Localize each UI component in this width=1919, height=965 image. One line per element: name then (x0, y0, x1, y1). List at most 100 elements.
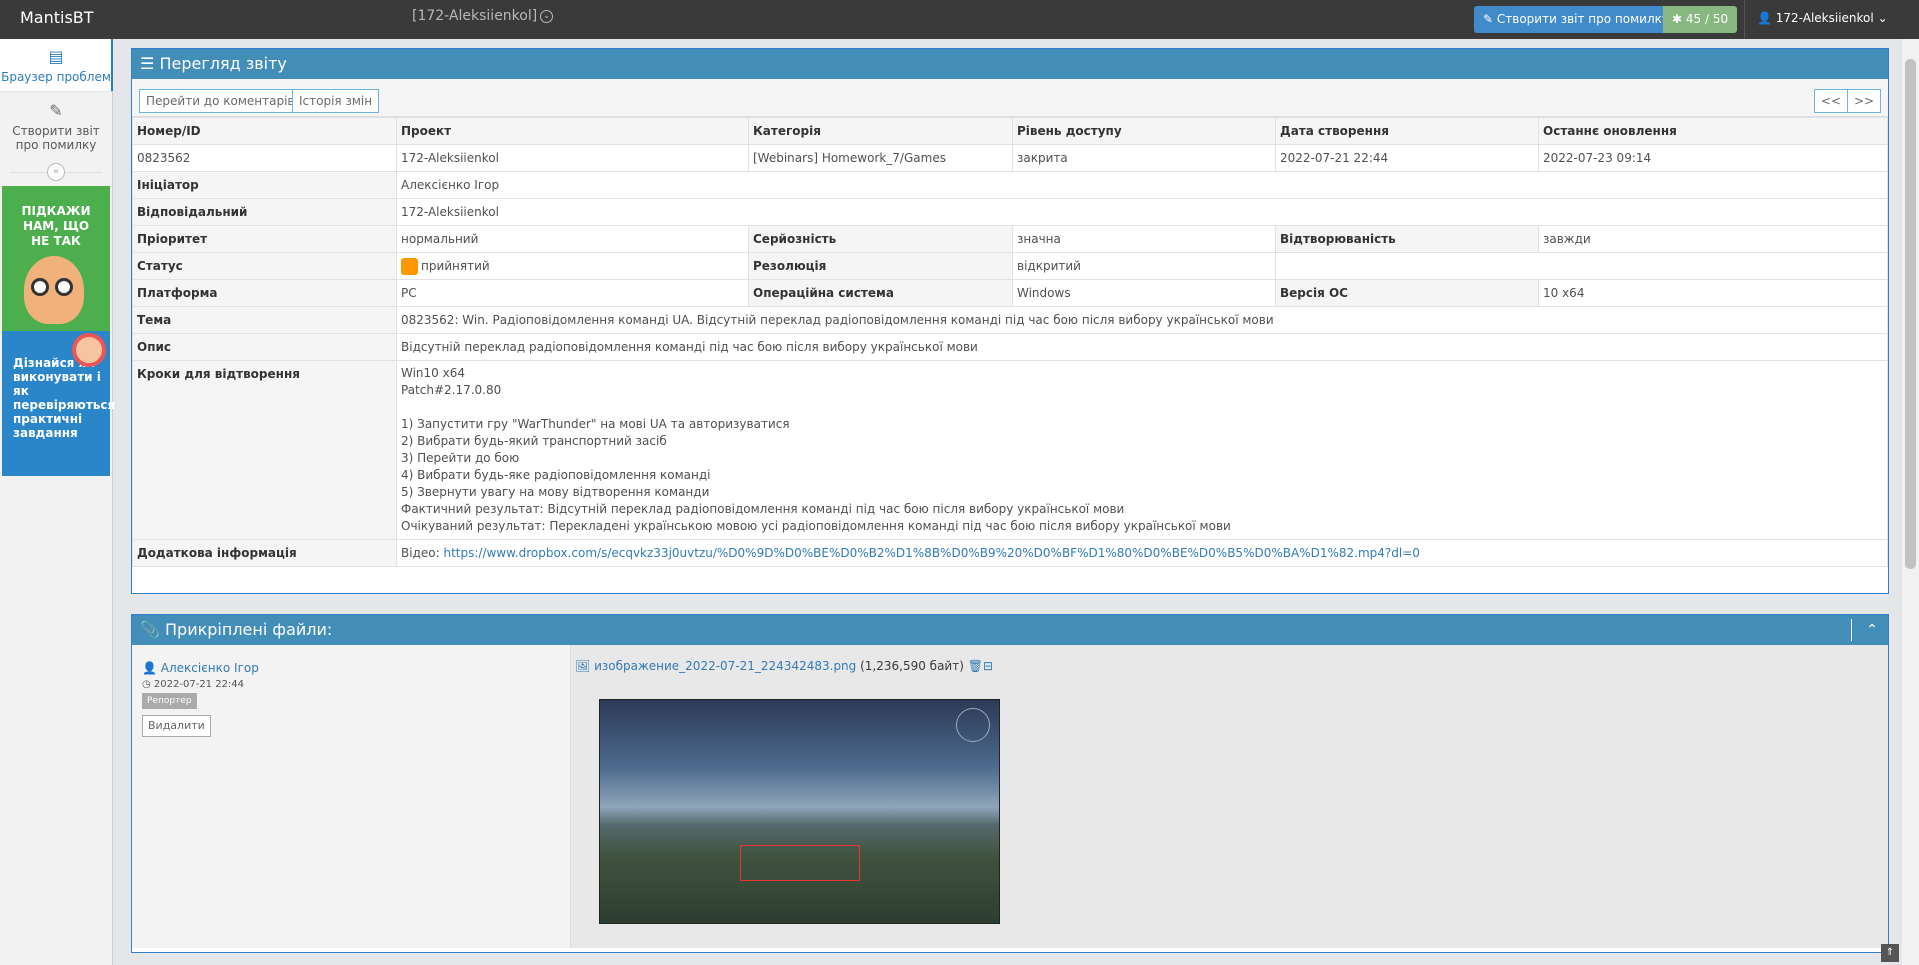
status-cell: прийнятий (396, 252, 749, 280)
attachment-file-row: 🖼 изображение_2022-07-21_224342483.png (… (575, 659, 993, 673)
paperclip-icon: 📎 (140, 620, 160, 639)
list-icon: ▤ (48, 47, 64, 66)
attachment-date: 2022-07-21 22:44 (153, 679, 245, 690)
steps-value: Win10 x64 Patch#2.17.0.80 1) Запустити г… (396, 360, 1888, 540)
report-issue-label: Створити звіт про помилку (1496, 12, 1669, 26)
attachment-date-row: ◷ 2022-07-21 22:44 (142, 679, 244, 690)
bug-icon: ✱ (1672, 12, 1683, 26)
resolution-label: Резолюція (748, 252, 1013, 280)
toolbar: Перейти до коментарів Історія змін << >> (132, 79, 1888, 117)
issue-category: [Webinars] Homework_7/Games (748, 144, 1013, 172)
resolution-value: відкритий (1012, 252, 1276, 280)
project-selector[interactable]: [172-Aleksiienkol] ⌄ (412, 8, 554, 24)
additional-info-label: Додаткова інформація (132, 539, 397, 567)
issue-count-label: 45 / 50 (1685, 12, 1729, 26)
scrollbar-thumb[interactable] (1905, 59, 1916, 569)
delete-button[interactable]: Видалити (142, 715, 211, 737)
attachment-file-size: (1,236,590 байт) (860, 659, 964, 673)
attachment-preview-image[interactable] (599, 699, 1000, 924)
collapse-preview-icon[interactable]: ⊟ (983, 659, 993, 673)
project-selector-label: [172-Aleksiienkol] (412, 8, 538, 24)
issue-view-panel: ☰ Перегляд звіту Перейти до коментарів І… (131, 48, 1889, 594)
column-header: Останнє оновлення (1538, 117, 1888, 145)
column-header: Категорія (748, 117, 1013, 145)
issue-id: 0823562 (132, 144, 397, 172)
severity-value: значна (1012, 225, 1276, 253)
jump-to-notes-button[interactable]: Перейти до коментарів (139, 89, 302, 113)
user-icon: 👤 (1757, 11, 1772, 25)
sidebar: ▤ Браузер проблем ✎ Створити звіт про по… (0, 39, 116, 965)
report-issue-button[interactable]: ✎ Створити звіт про помилку (1474, 6, 1678, 33)
table-row: Статус прийнятий Резолюція відкритий (132, 252, 1888, 280)
next-issue-button[interactable]: >> (1847, 89, 1882, 113)
banner-text: Дізнайся як виконувати і як перевіряютьс… (13, 356, 116, 440)
trash-icon[interactable]: 🗑 (968, 659, 983, 673)
steps-label: Кроки для відтворення (132, 360, 397, 540)
os-version-label: Версія ОС (1275, 279, 1539, 307)
table-row: Ініціатор Алексієнко Ігор (132, 171, 1888, 199)
priority-value: нормальний (396, 225, 749, 253)
status-badge (401, 257, 418, 275)
menu-icon: ☰ (140, 54, 155, 73)
os-value: Windows (1012, 279, 1276, 307)
empty-cell (1275, 252, 1888, 280)
edit-icon: ✎ (1483, 12, 1494, 26)
table-header-row: Номер/ID Проект Категорія Рівень доступу… (132, 117, 1888, 145)
attachment-file-link[interactable]: изображение_2022-07-21_224342483.png (594, 659, 856, 673)
user-icon: 👤 (142, 661, 157, 675)
table-row: Опис Відсутній переклад радіоповідомленн… (132, 333, 1888, 361)
column-header: Номер/ID (132, 117, 397, 145)
image-file-icon: 🖼 (575, 659, 591, 673)
platform-label: Платформа (132, 279, 397, 307)
os-label: Операційна система (748, 279, 1013, 307)
video-link[interactable]: https://www.dropbox.com/s/ecqvkz33j0uvtz… (443, 546, 1419, 560)
page-scrollbar[interactable] (1902, 39, 1919, 965)
top-navbar: MantisBT [172-Aleksiienkol] ⌄ ✎ Створити … (0, 0, 1919, 39)
issue-project: 172-Aleksiienkol (396, 144, 749, 172)
sidebar-item-view-issues[interactable]: ▤ Браузер проблем (0, 39, 113, 92)
table-row: Тема 0823562: Win. Радіоповідомлення ком… (132, 306, 1888, 334)
issue-count-badge[interactable]: ✱ 45 / 50 (1663, 6, 1738, 33)
issue-details-table: Номер/ID Проект Категорія Рівень доступу… (132, 117, 1888, 567)
magnifier-image (72, 333, 106, 367)
reporter-label: Ініціатор (132, 171, 397, 199)
panel-header: ☰ Перегляд звіту (132, 49, 1888, 79)
column-header: Проект (396, 117, 749, 145)
sidebar-item-label: Браузер проблем (1, 70, 111, 84)
severity-label: Серйозність (748, 225, 1013, 253)
priority-label: Пріоритет (132, 225, 397, 253)
status-value: прийнятий (421, 258, 490, 273)
learn-banner[interactable]: Дізнайся як виконувати і як перевіряютьс… (2, 331, 116, 476)
attachment-body: 👤 Алексієнко Ігор ◷ 2022-07-21 22:44 Реп… (132, 645, 1888, 948)
issue-view-state: закрита (1012, 144, 1276, 172)
role-badge: Репортер (142, 693, 197, 709)
summary-label: Тема (132, 306, 397, 334)
glasses-icon (31, 278, 49, 296)
chevron-down-icon: ⌄ (1877, 11, 1888, 25)
prev-issue-button[interactable]: << (1814, 89, 1849, 113)
chevron-up-icon[interactable]: ⌃ (1866, 615, 1878, 645)
user-name: 172-Aleksiienkol (1775, 11, 1874, 25)
edit-icon: ✎ (49, 101, 63, 120)
handler-value: 172-Aleksiienkol (396, 198, 1888, 226)
scroll-to-top-icon[interactable]: ⇑ (1881, 944, 1899, 962)
attachments-header: 📎 Прикріплені файли: ⌃ (132, 615, 1888, 645)
banner-text: ПІДКАЖИ НАМ, ЩО НЕ ТАК (21, 204, 91, 248)
reproducibility-value: завжди (1538, 225, 1888, 253)
history-button[interactable]: Історія змін (292, 89, 380, 113)
sidebar-item-report-issue[interactable]: ✎ Створити звіт про помилку (0, 93, 112, 158)
table-row: Додаткова інформація Відео: https://www.… (132, 539, 1888, 567)
platform-value: PC (396, 279, 749, 307)
attachment-meta: 👤 Алексієнко Ігор ◷ 2022-07-21 22:44 Реп… (132, 645, 571, 948)
feedback-banner[interactable]: ПІДКАЖИ НАМ, ЩО НЕ ТАК (2, 186, 110, 331)
collapse-sidebar-icon[interactable]: « (47, 163, 65, 181)
game-menu-overlay (740, 845, 860, 881)
user-menu[interactable]: 👤 172-Aleksiienkol ⌄ (1744, 0, 1919, 39)
attachment-author-link[interactable]: Алексієнко Ігор (161, 661, 259, 675)
table-row: Кроки для відтворення Win10 x64 Patch#2.… (132, 360, 1888, 540)
sidebar-item-label: Створити звіт про помилку (12, 124, 100, 152)
brand-logo[interactable]: MantisBT (20, 8, 94, 27)
attachments-title: Прикріплені файли: (165, 620, 333, 639)
table-row: Відповідальний 172-Aleksiienkol (132, 198, 1888, 226)
handler-label: Відповідальний (132, 198, 397, 226)
